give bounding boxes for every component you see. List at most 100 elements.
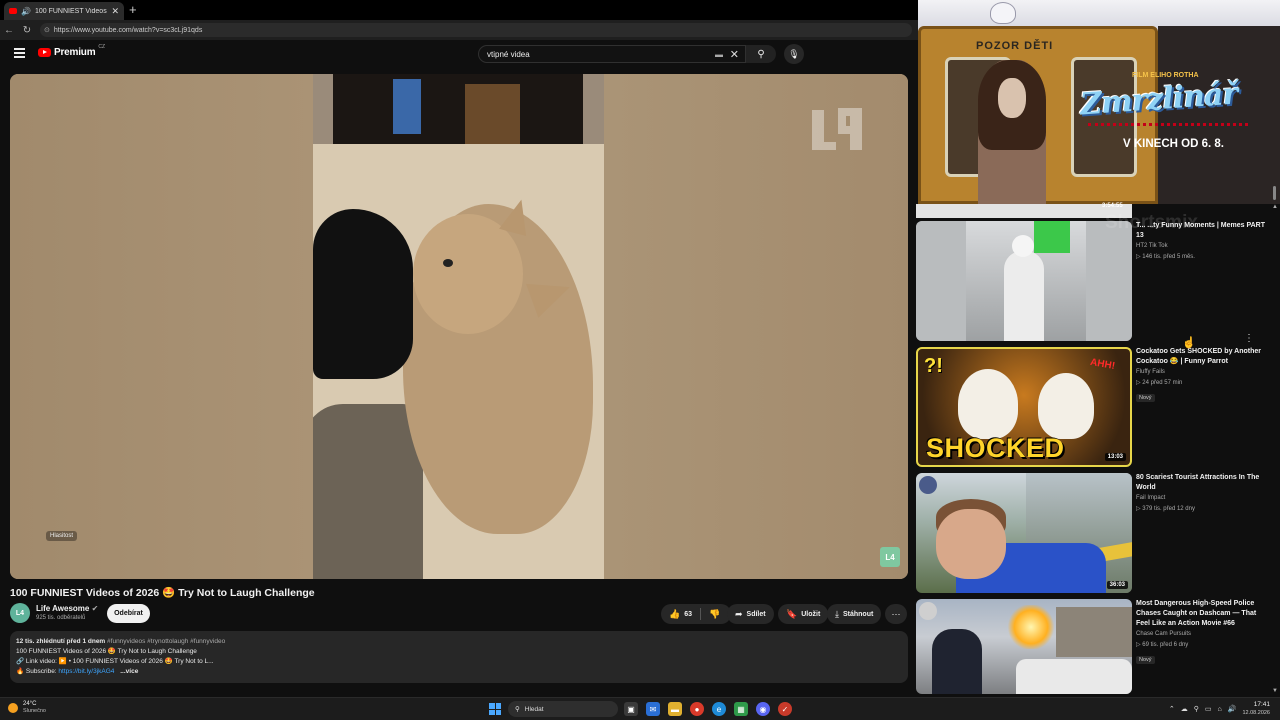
subscribe-link[interactable]: https://bit.ly/3jkAG4 <box>58 668 114 675</box>
page-scrollbar[interactable]: ▲ ▼ <box>1272 204 1278 694</box>
video-meta: ▷ 379 tis. před 12 dny <box>1136 506 1195 512</box>
taskbar-search[interactable]: ⚲ Hledat <box>508 701 618 717</box>
discord-icon[interactable]: ◉ <box>756 702 770 716</box>
weather-widget[interactable]: 24°C Slunečno <box>8 701 46 715</box>
edge-icon[interactable]: e <box>712 702 726 716</box>
more-options-icon[interactable]: ⋮ <box>1244 333 1254 344</box>
video-title[interactable]: Cockatoo Gets SHOCKED by Another Cockato… <box>1136 347 1270 367</box>
like-count[interactable]: 63 <box>684 611 692 618</box>
list-item[interactable]: ?! AHH! SHOCKED 13:03 Cockatoo Gets SHOC… <box>916 347 1270 467</box>
weather-condition: Slunečno <box>23 708 46 714</box>
site-info-icon[interactable]: ⊙ <box>44 26 50 34</box>
weather-temp: 24°C <box>23 701 37 707</box>
microphone-icon: 🎙 <box>788 48 800 59</box>
channel-branding-icon[interactable]: L4 <box>880 547 900 567</box>
list-item[interactable]: Most Dangerous High-Speed Police Chases … <box>916 599 1270 694</box>
ad-scrollbar[interactable] <box>1273 186 1276 200</box>
dislike-icon[interactable]: 👎 <box>709 609 720 620</box>
chrome-icon[interactable]: ● <box>690 702 704 716</box>
clear-search-icon[interactable]: ✕ <box>730 48 739 61</box>
youtube-logo[interactable]: Premium CZ <box>38 43 106 58</box>
save-label: Uložit <box>801 610 821 618</box>
description-box[interactable]: 12 tis. zhlédnutí před 1 dnem #funnyvide… <box>10 631 908 683</box>
browser-tab[interactable]: 🔊 100 FUNNIEST Videos of 2026 ✕ <box>4 2 124 20</box>
channel-name[interactable]: Fail Impact <box>1136 495 1270 501</box>
start-button-icon[interactable] <box>489 703 501 715</box>
clock[interactable]: 17:41 12.08.2026 <box>1242 701 1270 717</box>
keyboard-icon[interactable]: ▬ <box>715 50 723 59</box>
search-input[interactable]: vtipné videa ▬ ✕ <box>478 45 746 63</box>
video-info: 80 Scariest Tourist Attractions In The W… <box>1136 473 1270 512</box>
mail-icon[interactable]: ✉ <box>646 702 660 716</box>
video-link[interactable]: ▶️ • 100 FUNNIEST Videos of 2026 🤩 Try N… <box>59 658 214 665</box>
browser-toolbar: ← ↻ ⊙ https://www.youtube.com/watch?v=sc… <box>0 20 918 40</box>
like-icon[interactable]: 👍 <box>669 609 680 620</box>
video-player[interactable]: Hlasitost L4 <box>10 74 908 579</box>
address-bar[interactable]: ⊙ https://www.youtube.com/watch?v=sc3cLj… <box>40 23 912 37</box>
video-title[interactable]: 80 Scariest Tourist Attractions In The W… <box>1136 473 1270 493</box>
bookmark-icon: 🔖 <box>786 608 798 619</box>
tab-close-icon[interactable]: ✕ <box>111 6 119 17</box>
new-badge: Nový <box>1136 394 1155 402</box>
display-icon[interactable]: ▭ <box>1205 705 1212 713</box>
country-code: CZ <box>98 43 106 50</box>
video-thumbnail[interactable]: 36:03 <box>916 473 1132 593</box>
video-thumbnail[interactable] <box>916 221 1132 341</box>
video-title[interactable]: Most Dangerous High-Speed Police Chases … <box>1136 599 1270 629</box>
video-thumbnail[interactable]: ?! AHH! SHOCKED 13:03 <box>916 347 1132 467</box>
more-actions-button[interactable]: ⋯ <box>885 604 907 624</box>
ad-film-credit: FILM ELIHO ROTHA <box>1132 72 1199 79</box>
voice-search-button[interactable]: 🎙 <box>784 44 804 64</box>
menu-icon[interactable] <box>14 48 25 58</box>
new-tab-button[interactable]: + <box>129 3 137 16</box>
thumbnail-text: SHOCKED <box>926 433 1065 463</box>
tray-chevron-icon[interactable]: ⌃ <box>1169 705 1175 713</box>
channel-name[interactable]: Fluffy Fails <box>1136 369 1270 375</box>
show-more-button[interactable]: ...více <box>120 668 138 675</box>
taskbar-apps: ▣ ✉ ▬ ● e ▦ ◉ ✓ <box>624 702 792 716</box>
list-item[interactable]: T... ...ty Funny Moments | Memes PART 13… <box>916 221 1270 344</box>
file-explorer-icon[interactable]: ▬ <box>668 702 682 716</box>
reload-icon[interactable]: ↻ <box>18 25 36 36</box>
youtube-header: Premium CZ vtipné videa ▬ ✕ ⚲ 🎙 <box>0 40 918 70</box>
more-icon: ⋯ <box>891 608 901 619</box>
ad-sign-text: POZOR DĚTI <box>976 40 1054 52</box>
volume-icon[interactable]: 🔊 <box>1228 705 1237 713</box>
search-icon: ⚲ <box>515 706 520 713</box>
duration-badge: 13:03 <box>1104 453 1126 461</box>
list-item[interactable]: 36:03 80 Scariest Tourist Attractions In… <box>916 473 1270 593</box>
youtube-play-icon <box>38 48 51 57</box>
onedrive-icon[interactable]: ☁ <box>1181 705 1188 713</box>
channel-avatar[interactable]: L4 <box>10 603 30 623</box>
channel-name-text: Life Awesome <box>36 604 90 613</box>
app-icon[interactable]: ✓ <box>778 702 792 716</box>
video-meta: ▷ 24 před 57 min <box>1136 380 1183 386</box>
description-stats-line: 12 tis. zhlédnutí před 1 dnem #funnyvide… <box>16 637 902 647</box>
thumbnail-text-q: ?! <box>924 355 943 377</box>
hashtags[interactable]: #funnyvideos #trynottolaugh #funnyvideo <box>107 638 225 645</box>
channel-name[interactable]: Life Awesome ✔ <box>36 604 98 613</box>
share-button[interactable]: ➦ Sdílet <box>727 604 774 624</box>
download-button[interactable]: ⤓ Stáhnout <box>827 604 882 624</box>
logo-text: Premium <box>54 47 96 58</box>
taskbar-search-label: Hledat <box>524 705 544 713</box>
ad-banner[interactable]: POZOR DĚTI FILM ELIHO ROTHA Zmrzlinář V … <box>918 0 1280 204</box>
speaker-icon[interactable]: 🔊 <box>21 7 31 16</box>
back-icon[interactable]: ← <box>0 25 18 36</box>
subscribe-button[interactable]: Odebírat <box>107 604 150 623</box>
search-button[interactable]: ⚲ <box>746 45 776 63</box>
location-icon[interactable]: ⚲ <box>1194 705 1199 713</box>
network-icon[interactable]: ⌂ <box>1218 706 1222 713</box>
channel-name[interactable]: HT2 Tik Tok <box>1136 243 1270 249</box>
scroll-down-icon[interactable]: ▼ <box>1272 688 1278 694</box>
save-button[interactable]: 🔖 Uložit <box>778 604 829 624</box>
download-icon: ⤓ <box>835 608 839 619</box>
thumbnail-text-ahh: AHH! <box>1089 356 1116 373</box>
url-text: https://www.youtube.com/watch?v=sc3cLj91… <box>53 26 203 34</box>
task-view-icon[interactable]: ▣ <box>624 702 638 716</box>
scroll-up-icon[interactable]: ▲ <box>1272 204 1278 210</box>
store-icon[interactable]: ▦ <box>734 702 748 716</box>
channel-name[interactable]: Chase Cam Pursuits <box>1136 631 1270 637</box>
duration-badge: 3:54:55 <box>1102 203 1123 209</box>
video-thumbnail[interactable] <box>916 599 1132 694</box>
